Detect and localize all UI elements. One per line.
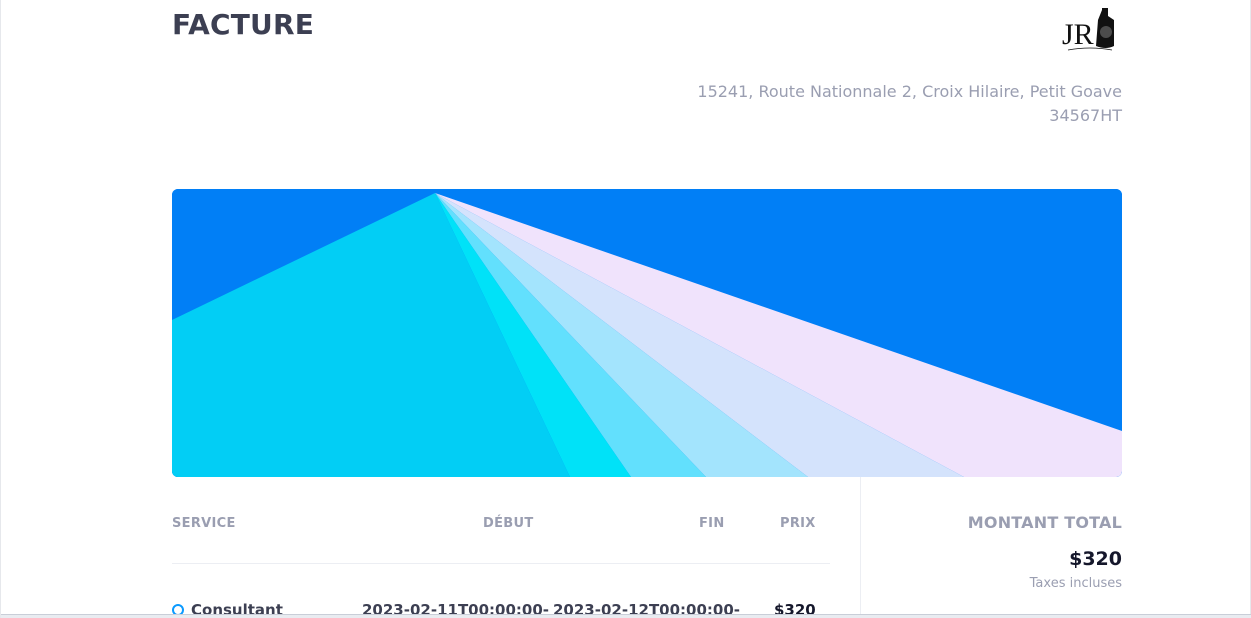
total-value: $320 [1069,548,1122,570]
banner-graphic [172,189,1122,477]
total-tax-note: Taxes incluses [1029,576,1122,591]
table-divider [172,563,830,564]
company-address: 15241, Route Nationnale 2, Croix Hilaire… [697,80,1122,128]
window-bottom-edge [1,614,1251,618]
address-line-1: 15241, Route Nationnale 2, Croix Hilaire… [697,82,1122,101]
column-header-prix: PRIX [780,516,816,531]
invoice-title: FACTURE [172,8,315,41]
total-label: MONTANT TOTAL [967,513,1122,532]
column-header-debut: DÉBUT [483,516,534,531]
company-logo: JR [1062,8,1118,54]
invoice-page: FACTURE JR 15241, Route Nationnale 2, Cr… [0,0,1251,618]
invoice-container: FACTURE JR 15241, Route Nationnale 2, Cr… [172,0,1122,618]
total-summary: MONTANT TOTAL $320 Taxes incluses [860,477,1122,618]
decorative-banner [172,189,1122,477]
column-header-service: SERVICE [172,516,236,531]
services-table: SERVICE DÉBUT FIN PRIX Consultant 2023-0… [172,477,861,618]
logo-letters: JR [1062,18,1094,51]
logo-mark-icon: JR [1062,8,1114,51]
column-header-fin: FIN [699,516,725,531]
address-line-2: 34567HT [1049,106,1122,125]
